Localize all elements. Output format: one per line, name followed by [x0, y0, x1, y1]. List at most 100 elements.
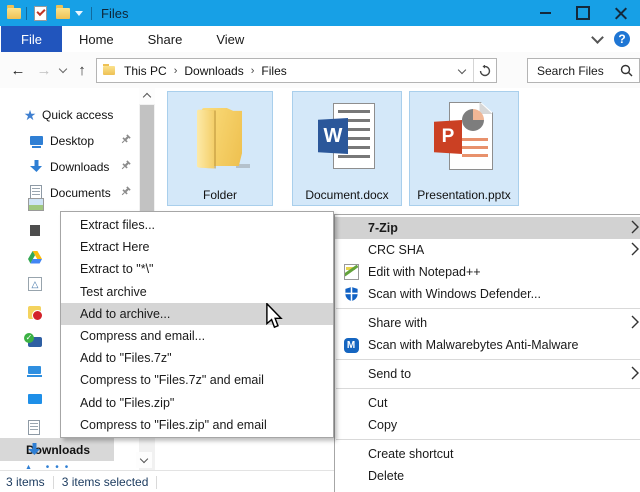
window-title: Files	[101, 5, 129, 21]
qat-customize-chevron-icon[interactable]	[75, 10, 83, 16]
creative-cloud-icon	[28, 306, 43, 321]
defender-icon	[343, 286, 359, 302]
sidebar-item-downloads[interactable]: Downloads	[0, 156, 140, 177]
display-icon	[28, 394, 42, 404]
qat-new-folder-icon[interactable]	[56, 4, 70, 19]
close-button[interactable]	[602, 0, 640, 26]
sidebar-icon-recycle[interactable]: △	[28, 277, 44, 293]
videos-icon	[28, 225, 42, 236]
menu-item-scan-malwarebytes[interactable]: M Scan with Malwarebytes Anti-Malware	[335, 334, 640, 356]
search-box[interactable]: Search Files	[527, 58, 640, 83]
synced-folder-icon	[24, 333, 42, 347]
menu-separator	[336, 308, 640, 309]
menu-item-share-with[interactable]: Share with	[335, 312, 640, 334]
menu-item-crc-sha[interactable]: CRC SHA	[335, 239, 640, 261]
search-icon	[620, 64, 633, 77]
menu-item-extract-files[interactable]: Extract files...	[61, 214, 333, 236]
sidebar-icon-pictures[interactable]	[28, 198, 44, 214]
sidebar-item-documents[interactable]: Documents	[0, 182, 140, 203]
tab-share[interactable]: Share	[131, 26, 200, 52]
file-tile-folder[interactable]: Folder	[167, 91, 273, 206]
ribbon-collapse-chevron-icon[interactable]	[591, 31, 604, 44]
recent-locations-chevron-icon[interactable]	[56, 52, 70, 88]
menu-item-add-to-archive[interactable]: Add to archive...	[61, 302, 333, 325]
submenu-arrow-icon	[631, 220, 639, 237]
breadcrumb-separator-icon: ›	[250, 64, 255, 77]
menu-item-create-shortcut[interactable]: Create shortcut	[335, 443, 640, 465]
sidebar-icon-creative-cloud[interactable]	[28, 306, 44, 322]
breadcrumb-this-pc[interactable]: This PC	[122, 64, 169, 78]
tab-home[interactable]: Home	[62, 26, 131, 52]
menu-item-send-to[interactable]: Send to	[335, 363, 640, 385]
menu-item-test-archive[interactable]: Test archive	[61, 281, 333, 303]
maximize-button[interactable]	[564, 0, 602, 26]
sidebar-item-label: Documents	[50, 185, 111, 200]
folder-icon	[188, 100, 252, 172]
pin-icon	[120, 159, 131, 174]
tab-view[interactable]: View	[199, 26, 261, 52]
menu-item-compress-and-email[interactable]: Compress and email...	[61, 325, 333, 347]
menu-item-add-to-files-zip[interactable]: Add to "Files.zip"	[61, 392, 333, 414]
statusbar-divider	[156, 475, 158, 489]
refresh-button[interactable]	[473, 59, 496, 82]
selected-count: 3 items selected	[61, 475, 149, 489]
quick-access-star-icon: ★	[23, 106, 37, 123]
recycle-icon: △	[28, 277, 42, 291]
sidebar-item-downloads-bottom[interactable]: Downloads	[0, 438, 114, 461]
menu-item-copy[interactable]: Copy	[335, 414, 640, 436]
sidebar-icon-display[interactable]	[28, 394, 44, 410]
sidebar-item-label: Desktop	[50, 133, 95, 148]
titlebar-divider	[91, 6, 92, 20]
menu-item-delete[interactable]: Delete	[335, 465, 640, 487]
address-dropdown-chevron-icon[interactable]	[451, 65, 473, 74]
notepadpp-icon	[343, 264, 359, 280]
mouse-cursor	[265, 301, 283, 333]
breadcrumb-files[interactable]: Files	[259, 64, 288, 78]
sidebar-icon-videos[interactable]	[28, 225, 44, 241]
file-explorer-window: Files File Home Share View ? ← → ↑ This …	[0, 0, 640, 492]
sidebar-icon-notes[interactable]	[28, 420, 44, 436]
forward-button[interactable]: →	[32, 52, 56, 88]
file-tile-presentation[interactable]: P Presentation.pptx	[409, 91, 519, 206]
menu-item-add-to-files-7z[interactable]: Add to "Files.7z"	[61, 347, 333, 369]
file-name: Folder	[202, 188, 237, 202]
file-tile-document[interactable]: W Document.docx	[292, 91, 402, 206]
address-bar[interactable]: This PC › Downloads › Files	[96, 58, 497, 83]
sidebar-item-desktop[interactable]: Desktop	[0, 130, 140, 151]
menu-item-extract-to[interactable]: Extract to "*\"	[61, 258, 333, 280]
menu-item-scan-defender[interactable]: Scan with Windows Defender...	[335, 283, 640, 305]
up-button[interactable]: ↑	[70, 52, 94, 88]
search-input[interactable]: Search Files	[528, 64, 604, 78]
location-folder-icon	[103, 64, 115, 75]
monitor-icon	[28, 133, 44, 149]
word-document-icon: W	[316, 100, 378, 174]
sidebar-icon-laptop[interactable]	[27, 366, 44, 382]
sidebar-item-label: Downloads	[50, 159, 110, 174]
menu-item-rename[interactable]: Rename	[335, 487, 640, 492]
menu-item-7zip[interactable]: 7-Zip	[335, 217, 640, 239]
sidebar-item-quick-access[interactable]: ★ Quick access	[0, 104, 140, 125]
menu-item-edit-notepadpp[interactable]: Edit with Notepad++	[335, 261, 640, 283]
breadcrumb-downloads[interactable]: Downloads	[182, 64, 245, 78]
file-name: Document.docx	[305, 188, 389, 202]
scroll-up-button[interactable]	[139, 88, 155, 104]
pin-icon	[120, 133, 131, 148]
7zip-submenu: Extract files... Extract Here Extract to…	[60, 211, 334, 438]
help-button[interactable]: ?	[614, 31, 630, 47]
sidebar-icon-google-drive[interactable]	[28, 251, 44, 267]
menu-item-cut[interactable]: Cut	[335, 392, 640, 414]
submenu-arrow-icon	[631, 242, 639, 259]
sidebar-item-label: Quick access	[42, 107, 114, 122]
back-button[interactable]: ←	[6, 52, 30, 88]
menu-separator	[336, 439, 640, 440]
qat-properties-icon[interactable]	[34, 5, 47, 21]
scroll-down-button[interactable]	[136, 452, 152, 468]
sidebar-icon-synced-folder[interactable]	[24, 333, 44, 350]
minimize-button[interactable]	[526, 0, 564, 26]
menu-item-compress-7z-email[interactable]: Compress to "Files.7z" and email	[61, 369, 333, 391]
breadcrumb-separator-icon: ›	[173, 64, 178, 77]
menu-item-extract-here[interactable]: Extract Here	[61, 236, 333, 258]
tab-file[interactable]: File	[1, 26, 62, 52]
menu-item-compress-zip-email[interactable]: Compress to "Files.zip" and email	[61, 414, 333, 436]
pin-icon	[120, 185, 131, 200]
